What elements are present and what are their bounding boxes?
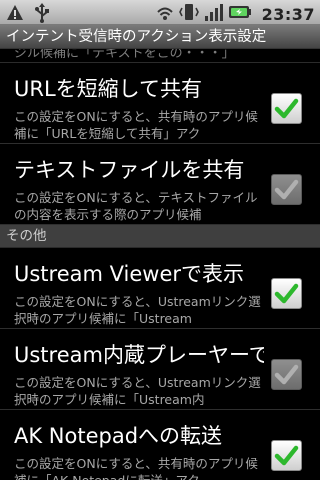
preference-list[interactable]: ジル候補に「テキストをこの・・・」 URLを短縮して共有 この設定をONにすると… (0, 49, 320, 480)
pref-title: Ustream内蔵プレーヤーで (14, 343, 264, 367)
pref-summary: この設定をONにすると、Ustreamリンク選択時のアプリ候補に「Ustream… (14, 375, 261, 407)
warning-icon (6, 4, 24, 26)
checkbox-ustream-builtin-player[interactable] (271, 359, 302, 390)
pref-ustream-builtin-player[interactable]: Ustream内蔵プレーヤーで この設定をONにすると、Ustreamリンク選択… (0, 329, 320, 410)
wifi-icon (156, 2, 174, 26)
battery-icon (228, 3, 252, 25)
clock: 23:37 (261, 4, 315, 24)
usb-icon (34, 3, 50, 27)
checkbox-url-shorten-share[interactable] (271, 93, 302, 124)
pref-title: Ustream Viewerで表示 (14, 262, 245, 286)
pref-summary: この設定をONにすると、Ustreamリンク選択時のアプリ候補に「Ustream (14, 294, 261, 326)
check-icon (274, 179, 299, 200)
cutoff-text: ジル候補に「テキストをこの・・・」 (14, 49, 235, 61)
vibrate-icon (178, 2, 200, 26)
pref-ustream-viewer[interactable]: Ustream Viewerで表示 この設定をONにすると、Ustreamリンク… (0, 248, 320, 329)
pref-url-shorten-share[interactable]: URLを短縮して共有 この設定をONにすると、共有時のアプリ候補に「URLを短縮… (0, 63, 320, 144)
check-icon (274, 98, 299, 119)
status-bar: 23:37 (0, 0, 320, 25)
pref-text-file-share[interactable]: テキストファイルを共有 この設定をONにすると、テキストファイルの内容を表示する… (0, 144, 320, 225)
pref-summary: この設定をONにすると、テキストファイルの内容を表示する際のアプリ候補 (14, 190, 258, 222)
check-icon (274, 283, 299, 304)
checkbox-ustream-viewer[interactable] (271, 278, 302, 309)
pref-summary: この設定をONにすると、共有時のアプリ候補に「URLを短縮して共有」アク (14, 109, 258, 141)
check-icon (274, 364, 299, 385)
pref-summary: この設定をONにすると、共有時のアプリ候補に「AK Notepadに転送」アク (14, 456, 258, 480)
pref-title: URLを短縮して共有 (14, 77, 203, 101)
check-icon (274, 445, 299, 466)
checkbox-text-file-share[interactable] (271, 174, 302, 205)
pref-ak-notepad-transfer[interactable]: AK Notepadへの転送 この設定をONにすると、共有時のアプリ候補に「AK… (0, 410, 320, 480)
pref-title: AK Notepadへの転送 (14, 424, 223, 448)
pref-title: テキストファイルを共有 (14, 158, 245, 182)
cutoff-row: ジル候補に「テキストをこの・・・」 (0, 49, 320, 63)
category-header-other: その他 (0, 225, 320, 248)
signal-icon (204, 2, 224, 26)
checkbox-ak-notepad-transfer[interactable] (271, 440, 302, 471)
page-title: インテント受信時のアクション表示設定 (0, 25, 320, 49)
